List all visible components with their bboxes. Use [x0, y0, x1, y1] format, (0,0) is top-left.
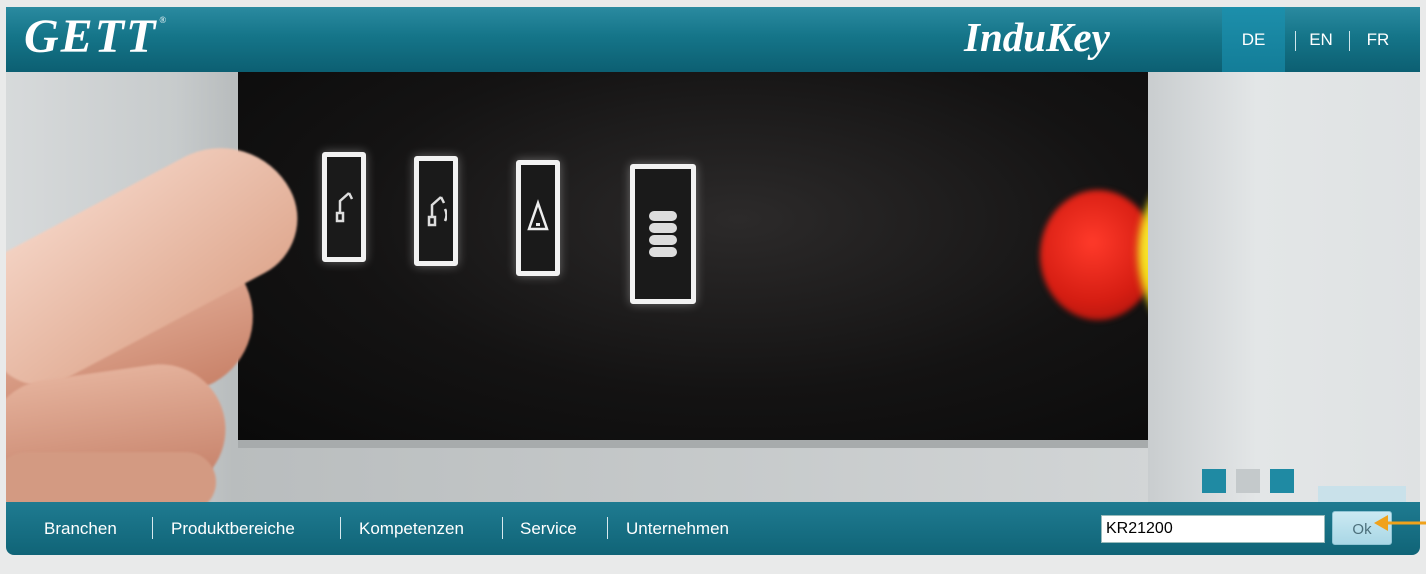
robot-arm-icon	[427, 196, 447, 227]
robot-arm-icon	[335, 192, 354, 223]
nav-item-unternehmen[interactable]: Unternehmen	[626, 502, 729, 555]
nav-item-service[interactable]: Service	[520, 502, 577, 555]
nav-item-produktbereiche[interactable]: Produktbereiche	[171, 502, 295, 555]
control-panel-photo	[238, 72, 1334, 448]
stack-key-icon	[630, 164, 696, 304]
slider-dot-2[interactable]	[1236, 469, 1260, 493]
warning-key-icon	[516, 160, 560, 276]
indukey-brand: InduKey	[964, 14, 1110, 60]
robot-key-icon	[322, 152, 366, 262]
ok-button-highlight	[1318, 486, 1406, 502]
lang-de-link[interactable]: DE	[1222, 7, 1285, 72]
slider-dot-3[interactable]	[1270, 469, 1294, 493]
warning-triangle-icon	[527, 199, 549, 231]
page-frame: GETT ® InduKey DE EN FR Branchen Produkt…	[6, 7, 1420, 555]
annotation-arrow-icon	[1374, 515, 1426, 531]
nav-separator	[340, 517, 341, 539]
stack-lights-icon	[649, 211, 677, 257]
slider-dot-1[interactable]	[1202, 469, 1226, 493]
nav-item-branchen[interactable]: Branchen	[44, 502, 117, 555]
lang-en-link[interactable]: EN	[1303, 7, 1339, 72]
gett-logo[interactable]: GETT ®	[24, 9, 168, 64]
machine-wall	[1148, 72, 1420, 502]
nav-item-kompetenzen[interactable]: Kompetenzen	[359, 502, 464, 555]
lang-separator	[1295, 31, 1296, 51]
nav-separator	[502, 517, 503, 539]
registered-mark: ®	[159, 15, 169, 25]
hand-image	[6, 452, 216, 502]
search-input[interactable]	[1101, 515, 1325, 543]
nav-separator	[152, 517, 153, 539]
hero-slider-image	[6, 72, 1420, 502]
robot-key-icon	[414, 156, 458, 266]
main-navigation: Branchen Produktbereiche Kompetenzen Ser…	[6, 486, 1420, 555]
lang-fr-link[interactable]: FR	[1358, 7, 1398, 72]
logo-text: GETT	[24, 10, 158, 63]
nav-separator	[607, 517, 608, 539]
lang-separator	[1349, 31, 1350, 51]
header-bar: GETT ® InduKey DE EN FR	[6, 7, 1420, 72]
